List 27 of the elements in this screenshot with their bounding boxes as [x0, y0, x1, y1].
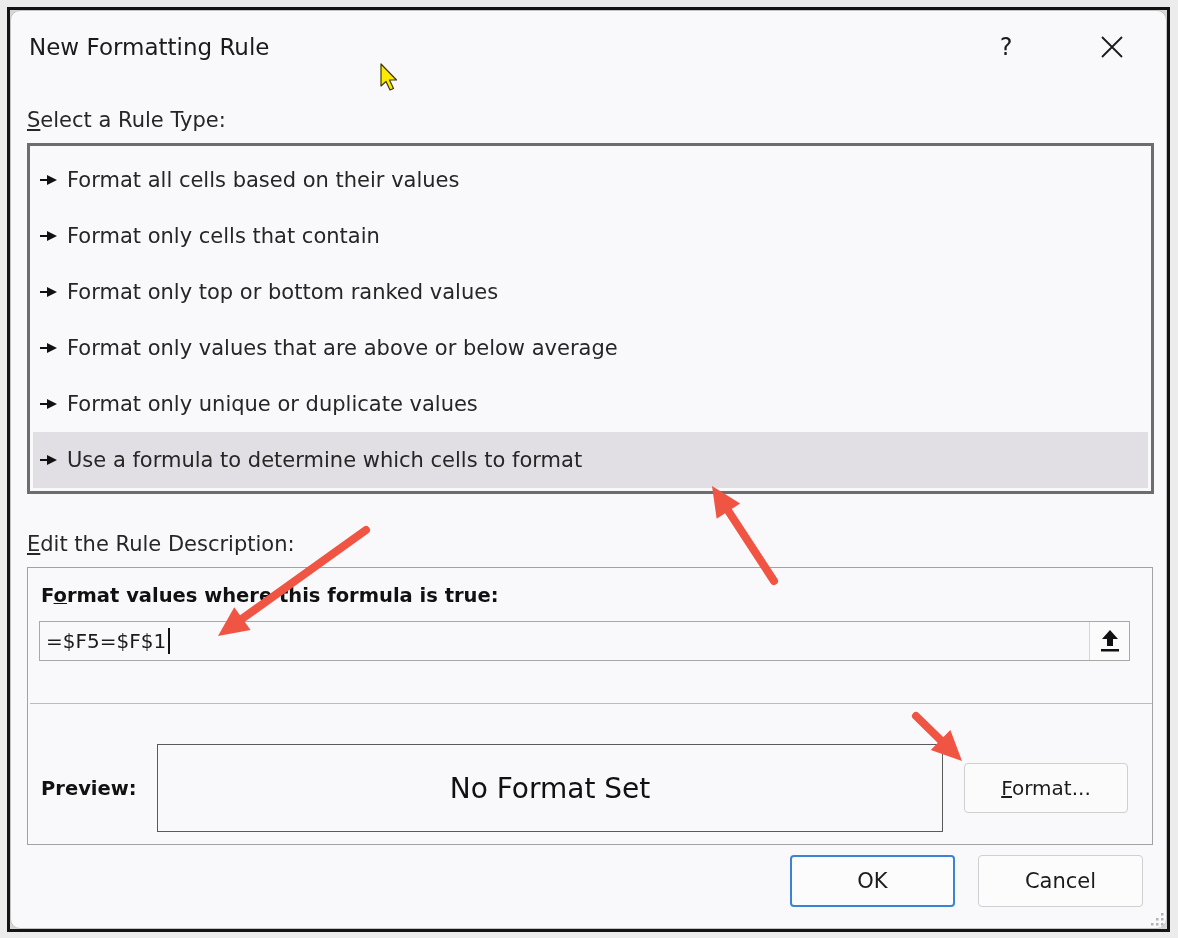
rule-type-option[interactable]: Format only unique or duplicate values	[33, 376, 1148, 432]
help-button[interactable]: ?	[986, 26, 1026, 67]
rule-type-option[interactable]: Format only cells that contain	[33, 208, 1148, 264]
pointer-bullet-icon	[40, 343, 57, 353]
dialog-title: New Formatting Rule	[29, 33, 271, 60]
pointer-bullet-icon	[40, 175, 57, 185]
format-preview: No Format Set	[157, 744, 943, 832]
format-button[interactable]: Format...	[964, 763, 1128, 813]
rule-type-option[interactable]: Use a formula to determine which cells to format	[33, 432, 1148, 488]
resize-grip-icon[interactable]	[1150, 912, 1164, 926]
pointer-bullet-icon	[40, 399, 57, 409]
preview-label: Preview:	[41, 776, 138, 800]
rule-type-option[interactable]: Format only top or bottom ranked values	[33, 264, 1148, 320]
mouse-pointer-icon	[380, 63, 399, 91]
section-label: Edit the Rule Description:	[27, 532, 295, 556]
rule-type-option[interactable]: Format only values that are above or below average	[33, 320, 1148, 376]
formula-input[interactable]: =$F5=$F$1	[39, 621, 1130, 661]
rule-type-option[interactable]: Format all cells based on their values	[33, 152, 1148, 208]
ok-button[interactable]: OK	[790, 855, 955, 907]
cancel-button[interactable]: Cancel	[978, 855, 1143, 907]
pointer-bullet-icon	[40, 287, 57, 297]
up-arrow-icon	[1100, 630, 1119, 652]
pointer-bullet-icon	[40, 231, 57, 241]
close-icon	[1101, 35, 1123, 58]
section-label: Select a Rule Type:	[27, 108, 226, 132]
annotation-arrow	[912, 712, 962, 761]
pointer-bullet-icon	[40, 455, 57, 465]
